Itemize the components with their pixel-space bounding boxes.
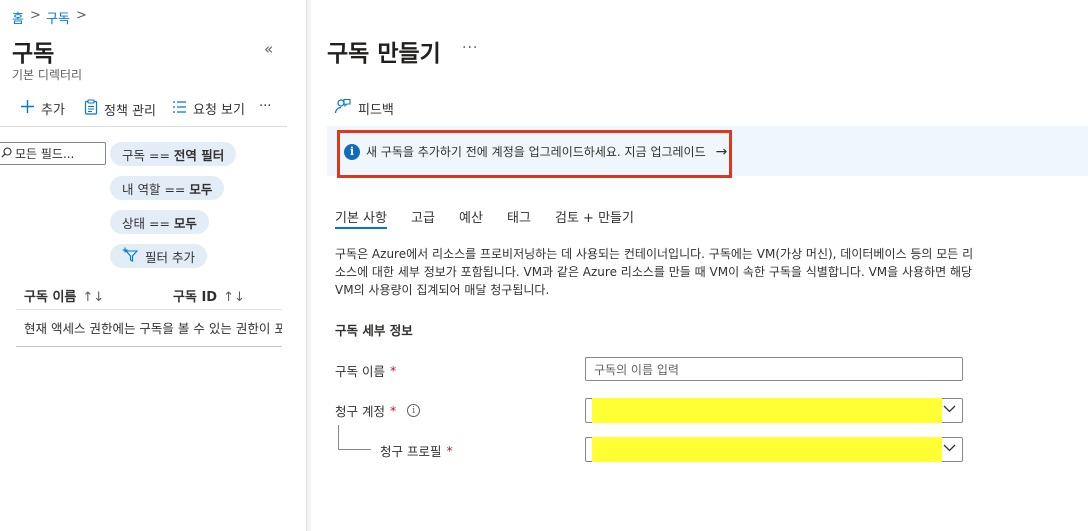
upgrade-banner-text: 새 구독을 추가하기 전에 계정을 업그레이드하세요. 지금 업그레이드 [366, 145, 706, 159]
active-tab-indicator [335, 227, 387, 229]
filter-placeholder: 모든 필드... [15, 147, 75, 161]
tab-tags[interactable]: 태그 [507, 207, 531, 226]
billing-profile-label: 청구 프로필 * [380, 441, 453, 460]
redaction-mark [592, 398, 942, 423]
sort-icon: ↑↓ [223, 290, 245, 305]
column-id-label: 구독 ID [173, 290, 218, 305]
name-input-placeholder: 구독의 이름 입력 [594, 362, 679, 377]
billing-account-dropdown[interactable] [585, 398, 963, 423]
chevron-down-icon [943, 402, 956, 419]
required-marker: * [446, 443, 453, 458]
tab-budget[interactable]: 예산 [459, 207, 483, 226]
app-window: 홈 > 구독 > 구독 기본 디렉터리 « 추가 정책 관리 요청 보기 ··· [0, 0, 1088, 531]
field-label-text: 구독 이름 [335, 364, 385, 379]
manage-policy-button[interactable]: 정책 관리 [84, 99, 156, 119]
page-more-button[interactable]: ··· [462, 40, 478, 56]
field-label-text: 청구 프로필 [380, 444, 442, 459]
breadcrumb-home[interactable]: 홈 [12, 8, 24, 27]
feedback-button[interactable]: 피드백 [334, 98, 394, 118]
tab-advanced[interactable]: 고급 [411, 207, 435, 226]
info-icon[interactable]: i [407, 404, 421, 417]
tree-connector [338, 449, 371, 450]
page-title: 구독 만들기 [327, 41, 441, 67]
filter-pill-value: 전역 필터 [173, 147, 225, 163]
list-icon [172, 100, 187, 118]
breadcrumb-separator: > [30, 8, 41, 23]
plus-icon [20, 99, 35, 118]
view-requests-label: 요청 보기 [193, 103, 245, 118]
required-marker: * [389, 363, 397, 378]
filter-pill-value: 모두 [173, 215, 197, 231]
subscriptions-panel: 홈 > 구독 > 구독 기본 디렉터리 « 추가 정책 관리 요청 보기 ··· [0, 0, 306, 531]
feedback-icon [334, 98, 351, 118]
redaction-mark [592, 437, 942, 462]
header-divider [16, 309, 282, 310]
panel-title: 구독 [12, 41, 55, 67]
search-icon [1, 146, 12, 161]
required-marker: * [389, 403, 397, 418]
subscription-name-input[interactable]: 구독의 이름 입력 [585, 357, 963, 381]
subscription-name-label: 구독 이름 * [335, 361, 396, 380]
filter-pill-role[interactable]: 내 역할 == 모두 [110, 176, 225, 200]
chevron-down-icon [943, 441, 956, 458]
tab-basics[interactable]: 기본 사항 [335, 207, 387, 226]
add-button-label: 추가 [41, 103, 65, 118]
filter-pill-value: 모두 [189, 181, 213, 197]
column-header-name[interactable]: 구독 이름 ↑↓ [24, 286, 104, 305]
upgrade-banner-message[interactable]: i 새 구독을 추가하기 전에 계정을 업그레이드하세요. 지금 업그레이드 → [344, 143, 727, 160]
field-label-text: 청구 계정 [335, 404, 385, 419]
tree-connector [338, 425, 339, 449]
add-filter-label: 필터 추가 [145, 249, 195, 265]
manage-policy-label: 정책 관리 [104, 103, 156, 119]
billing-account-label: 청구 계정 * i [335, 401, 421, 420]
description-text: 구독은 Azure에서 리소스를 프로비저닝하는 데 사용되는 컨테이너입니다.… [335, 247, 974, 297]
section-title: 구독 세부 정보 [335, 323, 413, 338]
more-actions-button[interactable]: ··· [259, 99, 271, 114]
add-filter-icon [122, 247, 139, 265]
filter-pill-prefix: 내 역할 == [122, 181, 186, 197]
tab-review-create[interactable]: 검토 + 만들기 [555, 207, 634, 226]
view-requests-button[interactable]: 요청 보기 [172, 99, 245, 118]
panel-subtitle: 기본 디렉터리 [12, 68, 83, 82]
panel-shadow [307, 0, 313, 531]
sort-icon: ↑↓ [82, 290, 105, 305]
filter-pill-subscription[interactable]: 구독 == 전역 필터 [110, 142, 237, 166]
feedback-label: 피드백 [358, 102, 394, 118]
row-divider [16, 346, 282, 347]
info-icon: i [344, 143, 360, 160]
filter-pill-prefix: 구독 == [122, 147, 170, 163]
toolbar-divider [0, 126, 287, 127]
add-filter-button[interactable]: 필터 추가 [110, 244, 207, 268]
filter-pill-prefix: 상태 == [122, 215, 170, 231]
empty-message: 현재 액세스 권한에는 구독을 볼 수 있는 권한이 포함되어 있지 않습니다. [24, 321, 282, 336]
clipboard-icon [84, 99, 98, 119]
filter-search-input[interactable]: 모든 필드... [0, 142, 106, 165]
breadcrumb-subscriptions[interactable]: 구독 [46, 8, 70, 27]
column-header-id[interactable]: 구독 ID ↑↓ [173, 286, 245, 305]
billing-profile-dropdown[interactable] [585, 437, 963, 462]
collapse-panel-icon[interactable]: « [264, 40, 273, 58]
column-name-label: 구독 이름 [24, 290, 77, 305]
arrow-right-icon: → [715, 143, 728, 160]
filter-pill-status[interactable]: 상태 == 모두 [110, 210, 209, 234]
breadcrumb-separator: > [76, 8, 87, 23]
add-button[interactable]: 추가 [20, 99, 65, 118]
